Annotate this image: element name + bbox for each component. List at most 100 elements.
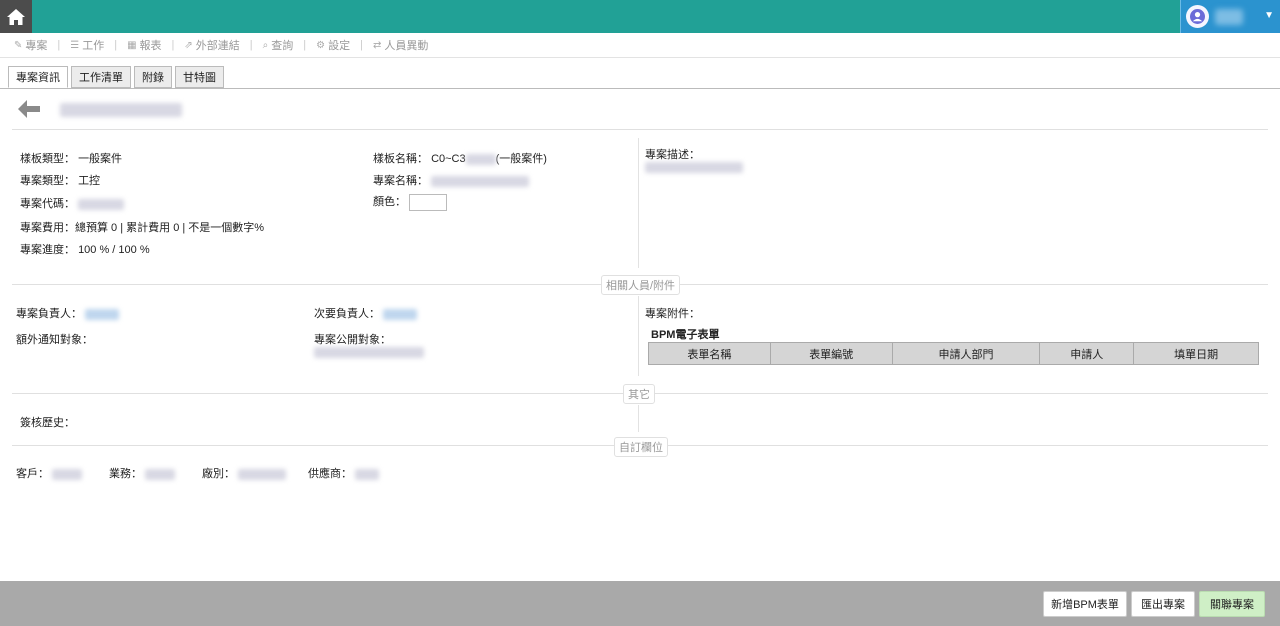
list-icon: ☰ (70, 39, 80, 51)
menu-item-search[interactable]: ⌕ 查詢 (263, 37, 294, 53)
home-button[interactable] (0, 0, 32, 33)
section-title-related: 相關人員/附件 (601, 275, 681, 295)
field-label: 專案進度： (20, 244, 75, 256)
field-label: 樣板類型： (20, 153, 75, 165)
user-avatar-icon (1186, 5, 1209, 28)
sign-history-label: 簽核歷史： (20, 417, 75, 429)
field-value: C0~C3 (431, 153, 466, 165)
field-label: 專案費用： (20, 222, 75, 234)
menu-divider: | (57, 39, 61, 51)
field-label: 次要負責人： (314, 308, 380, 320)
menu-item-label: 查詢 (271, 40, 294, 52)
menu-divider: | (303, 39, 307, 51)
project-owner: 專案負責人： (16, 305, 120, 321)
project-name: 專案名稱： (373, 172, 530, 188)
factory-field: 廠別： (202, 465, 287, 481)
user-menu[interactable]: ▼ (1180, 0, 1280, 33)
tab-project-info[interactable]: 專案資訊 (8, 66, 68, 88)
field-value (238, 468, 287, 480)
table-header[interactable]: 填單日期 (1133, 342, 1259, 365)
tab-underline (0, 88, 1280, 89)
project-attachment-label: 專案附件： (645, 308, 700, 320)
tab-work-list[interactable]: 工作清單 (71, 66, 131, 88)
field-value[interactable] (383, 308, 418, 320)
extra-notify: 額外通知對象： (16, 331, 93, 347)
add-bpm-form-button[interactable]: 新增BPM表單 (1043, 591, 1127, 617)
field-value: 一般案件 (78, 153, 123, 165)
menu-item-label: 報表 (139, 40, 162, 52)
field-label: 顏色： (373, 196, 406, 208)
exchange-icon: ⇄ (372, 39, 382, 51)
public-target-value (314, 347, 424, 358)
business-field: 業務： (109, 465, 176, 481)
table-header-row: 表單名稱 表單編號 申請人部門 申請人 填單日期 (648, 342, 1259, 365)
field-label: 樣板名稱： (373, 153, 428, 165)
field-value (78, 198, 125, 210)
project-code: 專案代碼： (20, 195, 125, 211)
project-description-value (645, 162, 743, 173)
color-swatch[interactable] (409, 193, 448, 211)
field-label: 供應商： (308, 468, 352, 480)
table-header[interactable]: 表單編號 (769, 342, 893, 365)
public-target: 專案公開對象： (314, 331, 391, 347)
field-value: 100 % / 100 % (78, 244, 150, 256)
template-name: 樣板名稱： C0~C3 (一般案件) (373, 150, 547, 166)
field-label: 專案代碼： (20, 198, 75, 210)
template-type: 樣板類型： 一般案件 (20, 150, 122, 166)
menu-item-external-link[interactable]: ⇗ 外部連結 (184, 37, 239, 53)
chart-icon: ▦ (127, 39, 137, 51)
field-label: 廠別： (202, 468, 235, 480)
page-title (60, 103, 182, 117)
tab-appendix[interactable]: 附錄 (134, 66, 172, 88)
supplier-field: 供應商： (308, 465, 380, 481)
project-color: 顏色： (373, 193, 448, 211)
table-header[interactable]: 申請人 (1039, 342, 1135, 365)
menu-item-work[interactable]: ☰ 工作 (70, 37, 104, 53)
tab-bar: 專案資訊 工作清單 附錄 甘特圖 (8, 66, 224, 88)
field-value-blurred (465, 153, 496, 165)
export-project-button[interactable]: 匯出專案 (1131, 591, 1195, 617)
project-cost: 專案費用：總預算 0 | 累計費用 0 | 不是一個數字% (20, 219, 264, 235)
field-value (355, 468, 380, 480)
menu-item-label: 人員異動 (384, 40, 429, 52)
field-label: 額外通知對象： (16, 334, 93, 346)
field-value: 工控 (78, 175, 101, 187)
link-project-button[interactable]: 關聯專案 (1199, 591, 1265, 617)
section-title-custom: 自訂欄位 (614, 437, 668, 457)
table-header[interactable]: 申請人部門 (891, 342, 1041, 365)
footer-bar: 新增BPM表單 匯出專案 關聯專案 (0, 581, 1280, 626)
home-icon (7, 8, 25, 25)
column-divider (638, 405, 639, 432)
field-value (145, 468, 176, 480)
user-name (1215, 9, 1243, 25)
field-label: 專案公開對象： (314, 334, 391, 346)
field-label: 業務： (109, 468, 142, 480)
gear-icon: ⚙ (316, 39, 326, 51)
bpm-title: BPM電子表單 (651, 329, 720, 341)
secondary-owner: 次要負責人： (314, 305, 418, 321)
project-description-label: 專案描述： (645, 149, 700, 161)
menu-item-settings[interactable]: ⚙ 設定 (316, 37, 350, 53)
field-label: 專案名稱： (373, 175, 428, 187)
field-value[interactable] (85, 308, 120, 320)
table-header[interactable]: 表單名稱 (648, 342, 771, 365)
edit-icon: ✎ (14, 39, 23, 51)
field-value (52, 468, 83, 480)
field-value: 總預算 0 | 累計費用 0 | 不是一個數字% (75, 222, 265, 234)
tab-gantt[interactable]: 甘特圖 (175, 66, 224, 88)
menu-item-label: 設定 (328, 40, 351, 52)
menu-item-report[interactable]: ▦ 報表 (127, 37, 161, 53)
chevron-down-icon[interactable]: ▼ (1264, 10, 1274, 21)
menu-divider: | (171, 39, 175, 51)
column-divider (638, 138, 639, 268)
menu-divider: | (360, 39, 363, 51)
field-value (431, 175, 530, 187)
field-value: (一般案件) (495, 153, 547, 165)
back-arrow-icon[interactable] (17, 99, 41, 119)
menu-bar: ✎ 專案 | ☰ 工作 | ▦ 報表 | ⇗ 外部連結 | ⌕ 查詢 | ⚙ 設… (0, 33, 1280, 58)
customer-field: 客戶： (16, 465, 83, 481)
search-icon: ⌕ (262, 39, 269, 51)
menu-item-project[interactable]: ✎ 專案 (14, 37, 47, 53)
menu-item-personnel-change[interactable]: ⇄ 人員異動 (373, 37, 428, 53)
column-divider (638, 296, 639, 376)
